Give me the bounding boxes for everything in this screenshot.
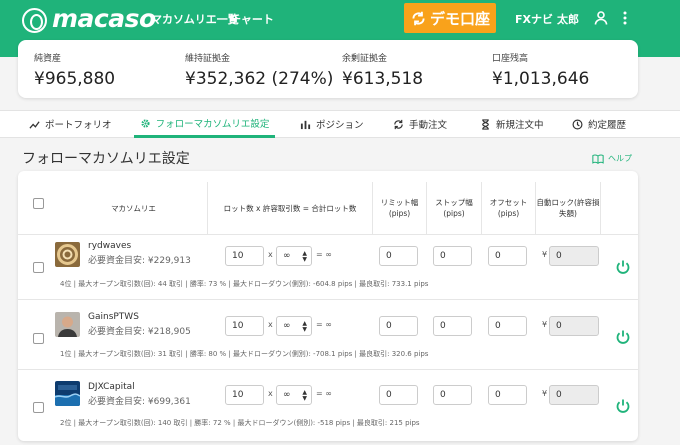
summary-net-assets: 純資産 ¥965,880 bbox=[34, 54, 116, 89]
stop-input[interactable]: 0 bbox=[433, 246, 472, 266]
summary-maintenance-margin: 維持証拠金 ¥352,362 (274%) bbox=[185, 54, 334, 89]
autolock-input[interactable]: 0 bbox=[549, 316, 599, 336]
limit-input[interactable]: 0 bbox=[379, 246, 418, 266]
tab-manual-order[interactable]: 手動注文 bbox=[393, 111, 447, 137]
sommelier-stats: 4位 | 最大オープン取引数(回): 44 取引 | 勝率: 73 % | 最大… bbox=[60, 280, 429, 288]
select-all-checkbox[interactable] bbox=[33, 198, 44, 209]
sync-icon bbox=[412, 11, 425, 25]
header-stop: ストップ幅 (pips) bbox=[435, 198, 473, 218]
avatar bbox=[55, 312, 80, 337]
kebab-menu-icon[interactable] bbox=[617, 10, 633, 26]
limit-input[interactable]: 0 bbox=[379, 385, 418, 405]
book-icon bbox=[592, 153, 604, 164]
summary-free-margin: 余剰証拠金 ¥613,518 bbox=[342, 54, 424, 89]
demo-account-label: デモ口座 bbox=[429, 9, 490, 28]
tab-positions[interactable]: ポジション bbox=[300, 111, 364, 137]
nav-sommelier-list[interactable]: マカソムリエ一覧 bbox=[151, 13, 239, 27]
bar-chart-icon bbox=[300, 120, 311, 129]
clock-icon bbox=[572, 119, 583, 129]
row-checkbox[interactable] bbox=[33, 402, 44, 413]
power-icon[interactable] bbox=[615, 259, 631, 275]
lot-input[interactable]: 10 bbox=[225, 316, 264, 336]
account-summary: 純資産 ¥965,880 維持証拠金 ¥352,362 (274%) 余剰証拠金… bbox=[18, 40, 638, 98]
stop-input[interactable]: 0 bbox=[433, 316, 472, 336]
tab-portfolio[interactable]: ポートフォリオ bbox=[29, 111, 112, 137]
user-name[interactable]: 太郎 bbox=[557, 13, 579, 27]
power-icon[interactable] bbox=[615, 398, 631, 414]
lot-input[interactable]: 10 bbox=[225, 385, 264, 405]
tab-follow-settings[interactable]: フォローマカソムリエ設定 bbox=[134, 111, 275, 138]
macaso-logo[interactable]: macaso bbox=[52, 5, 156, 33]
tab-pending-orders[interactable]: 新規注文中 bbox=[480, 111, 544, 137]
stop-input[interactable]: 0 bbox=[433, 385, 472, 405]
allowed-trades-select[interactable]: ∞ ▲ ▼ bbox=[276, 385, 312, 405]
offset-input[interactable]: 0 bbox=[488, 385, 527, 405]
allowed-trades-select[interactable]: ∞ ▲ ▼ bbox=[276, 246, 312, 266]
nav-chart[interactable]: チャート bbox=[230, 13, 274, 27]
macaso-logo-icon[interactable] bbox=[22, 8, 47, 33]
avatar bbox=[55, 242, 80, 267]
header-lots: ロット数 x 許容取引数 = 合計ロット数 bbox=[223, 203, 357, 213]
row-checkbox[interactable] bbox=[33, 333, 44, 344]
allowed-trades-select[interactable]: ∞ ▲ ▼ bbox=[276, 316, 312, 336]
sommelier-stats: 1位 | 最大オープン取引数(回): 31 取引 | 勝率: 80 % | 最大… bbox=[60, 350, 429, 358]
autolock-input[interactable]: 0 bbox=[549, 385, 599, 405]
limit-input[interactable]: 0 bbox=[379, 316, 418, 336]
user-icon[interactable] bbox=[593, 10, 609, 26]
tab-execution-history[interactable]: 約定履歴 bbox=[572, 111, 626, 137]
header-autolock: 自動ロック(許容損 失額) bbox=[536, 198, 600, 218]
nav-fx-navi[interactable]: FXナビ bbox=[515, 13, 553, 27]
sommelier-stats: 2位 | 最大オープン取引数(回): 140 取引 | 勝率: 72 % | 最… bbox=[60, 419, 420, 427]
sommelier-name[interactable]: GainsPTWS bbox=[88, 312, 139, 322]
gear-icon bbox=[141, 118, 150, 128]
demo-account-button[interactable]: デモ口座 bbox=[404, 3, 496, 33]
required-funds: 必要資金目安: ¥229,913 bbox=[88, 256, 191, 266]
offset-input[interactable]: 0 bbox=[488, 316, 527, 336]
page-title: フォローマカソムリエ設定 bbox=[22, 151, 190, 167]
offset-input[interactable]: 0 bbox=[488, 246, 527, 266]
summary-balance: 口座残高 ¥1,013,646 bbox=[492, 54, 590, 89]
hourglass-icon bbox=[482, 118, 489, 130]
sommelier-name[interactable]: DJXCapital bbox=[88, 382, 135, 392]
header-limit: リミット幅 (pips) bbox=[380, 198, 419, 218]
header-sommelier: マカソムリエ bbox=[111, 203, 156, 213]
lot-input[interactable]: 10 bbox=[225, 246, 264, 266]
header-offset: オフセット (pips) bbox=[489, 198, 528, 218]
sommelier-name[interactable]: rydwaves bbox=[88, 241, 131, 251]
avatar bbox=[55, 381, 80, 406]
row-checkbox[interactable] bbox=[33, 262, 44, 273]
power-icon[interactable] bbox=[615, 329, 631, 345]
trend-icon bbox=[29, 120, 40, 129]
refresh-icon bbox=[394, 119, 403, 129]
required-funds: 必要資金目安: ¥699,361 bbox=[88, 397, 191, 407]
tab-bar: ポートフォリオ フォローマカソムリエ設定 ポジション 手動注文 新規注文中 約定… bbox=[0, 110, 680, 138]
autolock-input[interactable]: 0 bbox=[549, 246, 599, 266]
required-funds: 必要資金目安: ¥218,905 bbox=[88, 327, 191, 337]
help-link[interactable]: ヘルプ bbox=[592, 153, 632, 164]
